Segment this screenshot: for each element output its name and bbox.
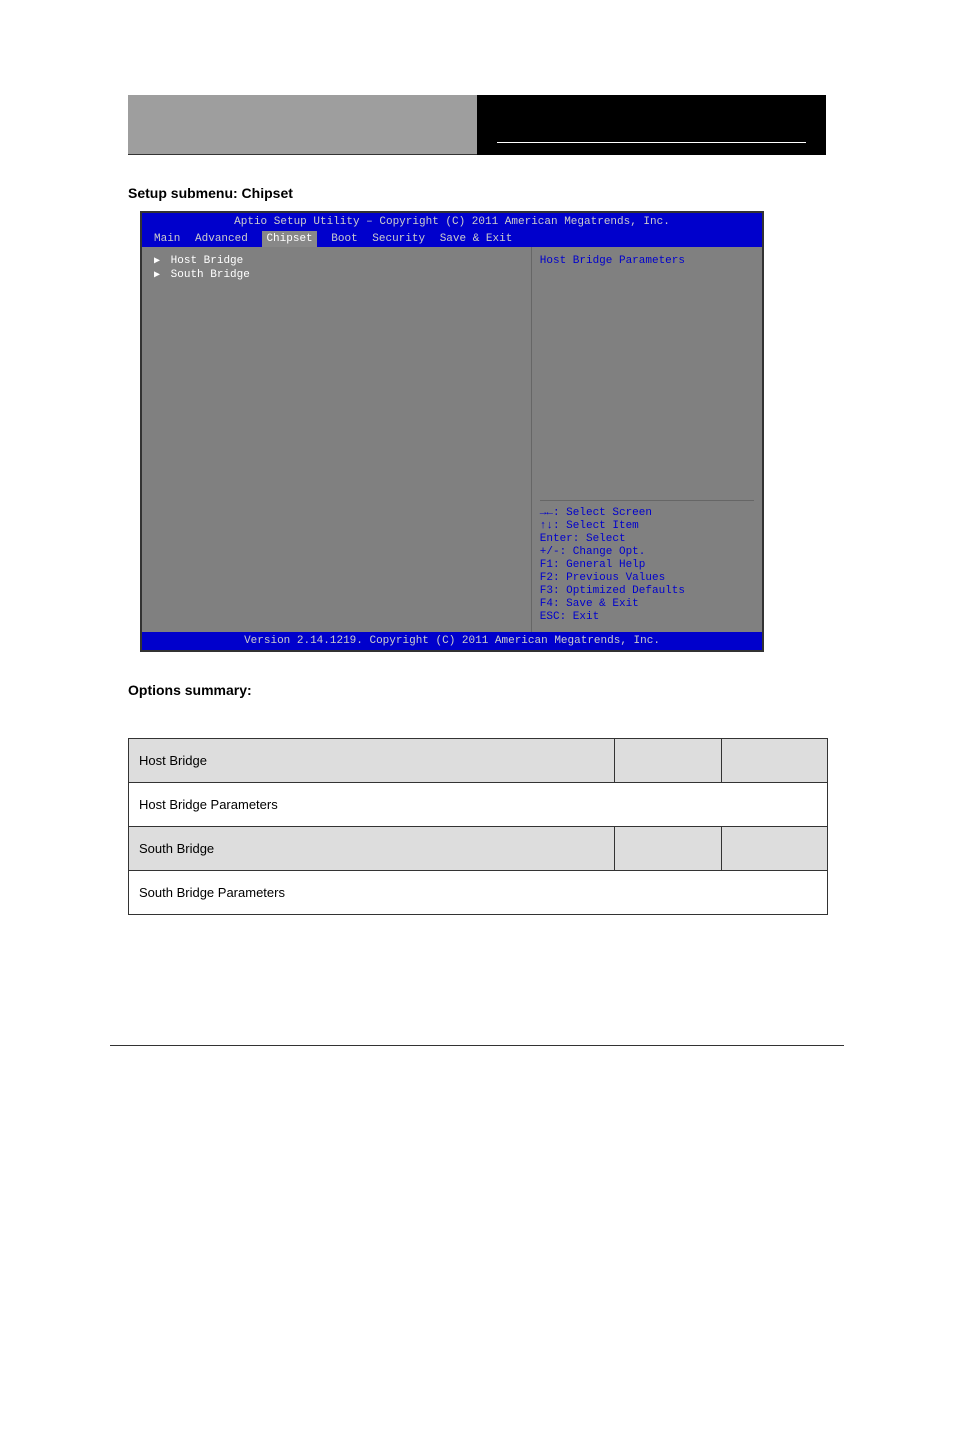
help-key-line: ESC: Exit: [540, 611, 754, 623]
table-cell: South Bridge: [129, 827, 615, 871]
bios-item-south-bridge[interactable]: ▶ South Bridge: [154, 269, 519, 281]
section-title: Setup submenu: Chipset: [128, 185, 826, 201]
table-cell: [615, 739, 721, 783]
page-footer-line: [110, 1045, 844, 1046]
help-key-line: ↑↓: Select Item: [540, 520, 754, 532]
table-cell: South Bridge Parameters: [129, 871, 828, 915]
bios-help-description: Host Bridge Parameters: [540, 255, 754, 500]
help-key-line: Enter: Select: [540, 533, 754, 545]
options-table: Host Bridge Host Bridge Parameters South…: [128, 738, 828, 915]
table-row: Host Bridge: [129, 739, 828, 783]
table-row: South Bridge: [129, 827, 828, 871]
bios-help-keys: →←: Select Screen ↑↓: Select Item Enter:…: [540, 500, 754, 624]
bios-item-label: South Bridge: [171, 269, 250, 281]
bios-window: Aptio Setup Utility – Copyright (C) 2011…: [140, 211, 764, 652]
page-header: [128, 95, 826, 155]
table-cell: [721, 739, 827, 783]
bios-menu-advanced[interactable]: Advanced: [195, 233, 248, 245]
bios-menu-save-exit[interactable]: Save & Exit: [440, 233, 513, 245]
bios-menubar: Main Advanced Chipset Boot Security Save…: [142, 231, 762, 247]
table-cell: [615, 827, 721, 871]
triangle-right-icon: ▶: [154, 256, 160, 267]
bios-menu-chipset[interactable]: Chipset: [262, 231, 316, 247]
bios-item-label: Host Bridge: [171, 255, 244, 267]
header-left-block: [128, 95, 477, 155]
help-key-line: F4: Save & Exit: [540, 598, 754, 610]
bios-right-panel: Host Bridge Parameters →←: Select Screen…: [532, 247, 762, 632]
table-row: South Bridge Parameters: [129, 871, 828, 915]
table-cell: Host Bridge Parameters: [129, 783, 828, 827]
table-row: Host Bridge Parameters: [129, 783, 828, 827]
help-key-line: F1: General Help: [540, 559, 754, 571]
bios-body: ▶ Host Bridge ▶ South Bridge Host Bridge…: [142, 247, 762, 632]
bios-menu-main[interactable]: Main: [154, 233, 180, 245]
bios-menu-security[interactable]: Security: [372, 233, 425, 245]
help-key-line: +/-: Change Opt.: [540, 546, 754, 558]
bios-titlebar: Aptio Setup Utility – Copyright (C) 2011…: [142, 213, 762, 231]
options-label: Options summary:: [128, 682, 826, 698]
table-cell: Host Bridge: [129, 739, 615, 783]
bios-footer: Version 2.14.1219. Copyright (C) 2011 Am…: [142, 632, 762, 650]
header-right-block: [477, 95, 826, 155]
bios-left-panel: ▶ Host Bridge ▶ South Bridge: [142, 247, 532, 632]
table-cell: [721, 827, 827, 871]
bios-menu-boot[interactable]: Boot: [331, 233, 357, 245]
help-key-line: F3: Optimized Defaults: [540, 585, 754, 597]
triangle-right-icon: ▶: [154, 270, 160, 281]
help-key-line: →←: Select Screen: [540, 507, 754, 519]
bios-item-host-bridge[interactable]: ▶ Host Bridge: [154, 255, 519, 267]
help-key-line: F2: Previous Values: [540, 572, 754, 584]
